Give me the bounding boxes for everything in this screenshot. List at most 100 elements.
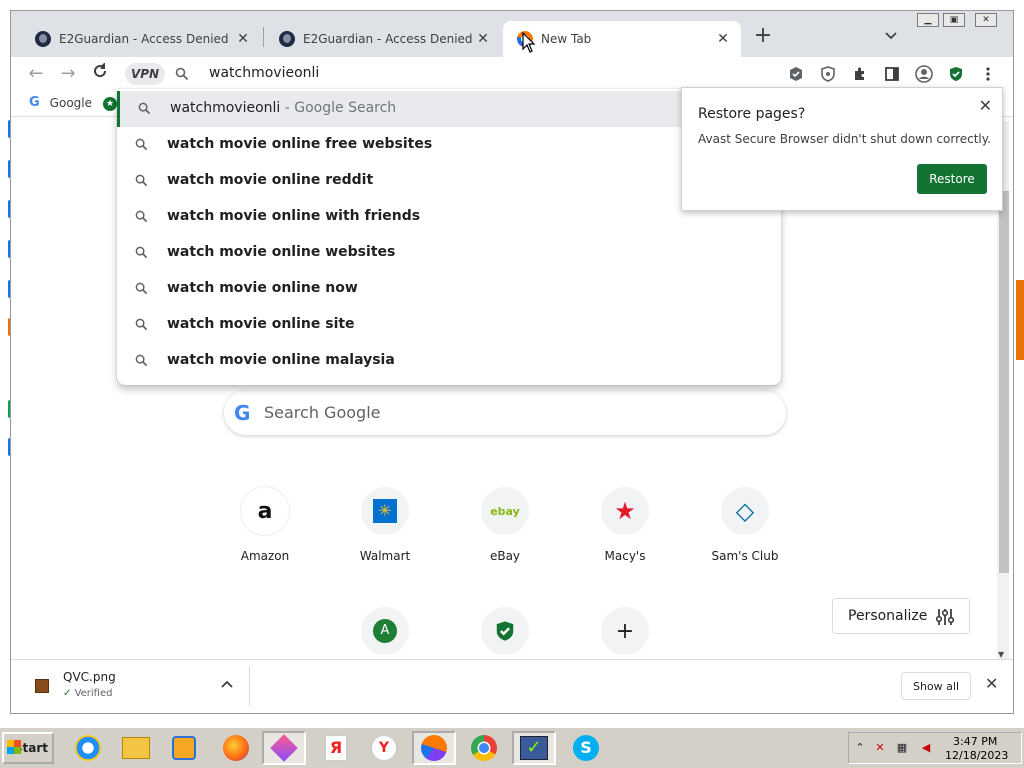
tab-e2guardian-1[interactable]: E2Guardian - Access Denied ✕ [21,21,261,57]
globe-icon [35,31,51,47]
sams-club-icon: ◇ [721,487,769,535]
menu-kebab-icon[interactable] [979,65,997,83]
suggestion-row[interactable]: watch movie online malaysia [117,343,781,379]
scrollbar-thumb[interactable] [999,191,1009,573]
image-file-icon [35,679,49,693]
google-g-icon: G [234,401,251,425]
side-panel-icon[interactable] [883,65,901,83]
desktop: E2Guardian - Access Denied ✕ E2Guardian … [0,0,1024,768]
yandex-icon[interactable]: Я [314,731,358,765]
bookmark-label: Google [49,95,92,110]
ntp-search-placeholder: Search Google [264,403,381,422]
suggestion-row[interactable]: watch movie online now [117,271,781,307]
browser-window: E2Guardian - Access Denied ✕ E2Guardian … [10,10,1014,714]
personalize-button[interactable]: Personalize [832,598,970,634]
volume-muted-icon[interactable]: ◀ [919,741,933,755]
bookmark-google[interactable]: G Google [29,95,92,110]
suggestion-text: watch movie online site [167,316,355,332]
network-icon[interactable]: ▦ [895,741,909,755]
shortcut-label: eBay [489,549,521,563]
close-tab-icon[interactable]: ✕ [235,31,251,47]
windows-flag-icon [7,740,21,754]
desktop-edge-strip [1016,280,1024,360]
reload-icon [94,62,107,78]
ntp-search-box[interactable]: G Search Google [224,391,786,435]
app-gem-icon[interactable] [262,731,306,765]
clock-time[interactable]: 3:47 PM [953,735,997,748]
avast-security-icon[interactable] [787,65,805,83]
shortcut-ebay[interactable]: ebay eBay [457,487,553,577]
close-icon[interactable]: ✕ [985,674,998,693]
avast-browser-icon[interactable] [412,731,456,765]
network-warning-icon[interactable]: ✕ [873,741,887,755]
close-icon[interactable]: ✕ [979,96,992,115]
tab-e2guardian-2[interactable]: E2Guardian - Access Denied ✕ [265,21,501,57]
search-icon [135,246,148,263]
minimize-button[interactable]: ▁ [917,13,939,27]
system-tray: ⌃ ✕ ▦ ◀ 3:47 PM 12/18/2023 [848,732,1022,764]
maximize-button[interactable]: ▣ [943,13,965,27]
search-icon [135,318,148,335]
shield-check-icon [481,607,529,655]
google-g-icon: G [29,95,40,110]
tab-title: New Tab [541,32,592,46]
shortcut-label: Amazon [240,549,290,563]
shortcut-label: Walmart [359,549,411,563]
reload-button[interactable] [89,62,111,85]
search-icon [135,210,148,227]
clock-date[interactable]: 12/18/2023 [945,749,1008,762]
close-window-button[interactable]: ✕ [975,13,997,27]
address-input[interactable]: watchmovieonli [209,65,319,81]
bookmark-extension-icon[interactable]: ★ [103,97,117,111]
forward-button[interactable]: → [57,63,79,85]
toolbar: ← → VPN watchmovieonli [11,57,1013,91]
scroll-down-arrow-icon[interactable]: ▼ [998,650,1004,659]
mouse-cursor-icon [522,31,536,58]
show-all-button[interactable]: Show all [901,672,971,700]
chevron-up-icon[interactable] [221,676,233,692]
close-tab-icon[interactable]: ✕ [475,31,491,47]
yandex-browser-icon[interactable]: Y [362,731,406,765]
vpn-button[interactable]: VPN [125,63,165,85]
search-icon [135,138,148,155]
suggestion-row[interactable]: watch movie online site [117,307,781,343]
extensions-puzzle-icon[interactable] [851,65,869,83]
check-icon: ✓ [63,688,72,699]
suggestion-text: watch movie online free websites [167,136,433,152]
start-button[interactable]: Start [2,732,54,764]
shortcut-label: Sam's Club [711,549,779,563]
skype-icon[interactable]: S [564,731,608,765]
address-bar[interactable]: VPN watchmovieonli [117,61,781,89]
tab-strip: E2Guardian - Access Denied ✕ E2Guardian … [11,11,1013,57]
tab-new-tab[interactable]: New Tab ✕ [503,21,741,57]
amazon-icon: a [241,487,289,535]
search-icon [175,66,189,85]
popup-title: Restore pages? [698,106,806,122]
shortcut-macys[interactable]: ★ Macy's [577,487,673,577]
profile-avatar-icon[interactable] [915,65,933,83]
back-button[interactable]: ← [25,63,47,85]
tab-search-chevron-icon[interactable] [885,29,897,43]
new-tab-button[interactable]: + [753,25,773,47]
shortcut-sams-club[interactable]: ◇ Sam's Club [697,487,793,577]
tray-expand-icon[interactable]: ⌃ [853,741,867,755]
restore-button[interactable]: Restore [917,164,987,194]
app-check-icon[interactable]: ✓ [512,731,556,765]
firefox-icon[interactable] [214,731,258,765]
shortcut-walmart[interactable]: ✳ Walmart [337,487,433,577]
add-shortcut-icon: + [601,607,649,655]
suggestion-row[interactable]: watch movie online websites [117,235,781,271]
search-icon [138,102,151,119]
download-filename[interactable]: QVC.png [63,670,116,684]
internet-explorer-icon[interactable] [66,731,110,765]
privacy-guard-icon[interactable] [819,65,837,83]
search-icon [135,174,148,191]
media-player-icon[interactable] [162,731,206,765]
chrome-icon[interactable] [462,731,506,765]
close-tab-icon[interactable]: ✕ [715,31,731,47]
avast-shield-green-icon[interactable] [947,65,965,83]
suggestion-text: watch movie online websites [167,244,396,260]
shortcut-amazon[interactable]: a Amazon [217,487,313,577]
tab-title: E2Guardian - Access Denied [59,32,229,46]
file-explorer-icon[interactable] [114,731,158,765]
